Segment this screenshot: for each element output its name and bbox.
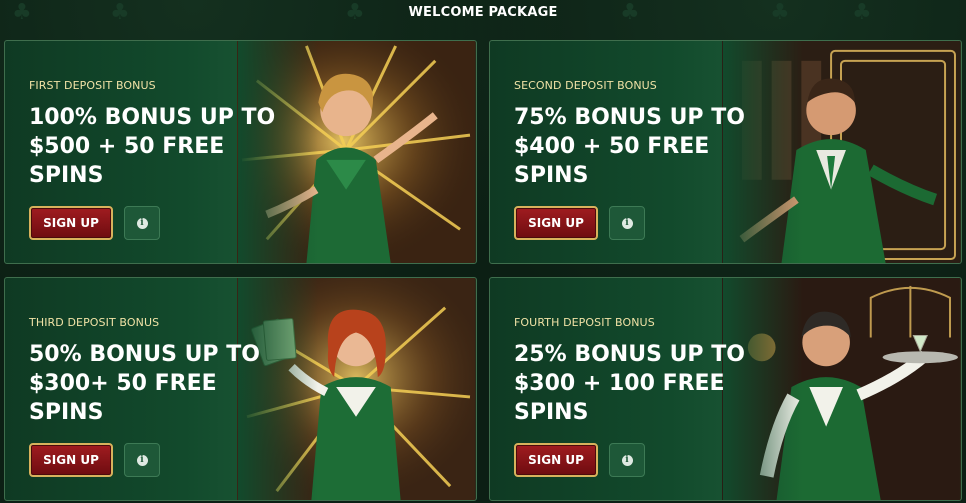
bonus-label: THIRD DEPOSIT BONUS bbox=[29, 316, 160, 329]
page-title: WELCOME PACKAGE bbox=[408, 5, 558, 20]
page-header: ♣ ♣ ♣ WELCOME PACKAGE ♣ ♣ ♣ bbox=[0, 0, 966, 30]
bonus-title: 25% BONUS UP TO $300 + 100 FREE SPINS bbox=[514, 342, 745, 425]
bonus-label: SECOND DEPOSIT BONUS bbox=[514, 79, 657, 92]
clover-icon: ♣ bbox=[110, 0, 130, 25]
info-button[interactable]: i bbox=[124, 443, 160, 477]
sign-up-button[interactable]: SIGN UP bbox=[29, 206, 113, 240]
clover-icon: ♣ bbox=[12, 0, 32, 25]
bonus-title: 100% BONUS UP TO $500 + 50 FREE SPINS bbox=[29, 105, 276, 188]
sign-up-button[interactable]: SIGN UP bbox=[29, 443, 113, 477]
bonus-grid: FIRST DEPOSIT BONUS 100% BONUS UP TO $50… bbox=[4, 40, 962, 503]
clover-icon: ♣ bbox=[770, 0, 790, 25]
info-icon: i bbox=[621, 217, 633, 229]
bonus-card-fourth: FOURTH DEPOSIT BONUS 25% BONUS UP TO $30… bbox=[489, 277, 962, 501]
clover-icon: ♣ bbox=[345, 0, 365, 25]
info-icon: i bbox=[136, 454, 148, 466]
bonus-card-third: THIRD DEPOSIT BONUS 50% BONUS UP TO $300… bbox=[4, 277, 477, 501]
bonus-label: FOURTH DEPOSIT BONUS bbox=[514, 316, 655, 329]
info-icon: i bbox=[621, 454, 633, 466]
info-button[interactable]: i bbox=[609, 443, 645, 477]
clover-icon: ♣ bbox=[852, 0, 872, 25]
bonus-title: 50% BONUS UP TO $300+ 50 FREE SPINS bbox=[29, 342, 260, 425]
info-icon: i bbox=[136, 217, 148, 229]
sign-up-button[interactable]: SIGN UP bbox=[514, 443, 598, 477]
bonus-label: FIRST DEPOSIT BONUS bbox=[29, 79, 156, 92]
info-button[interactable]: i bbox=[609, 206, 645, 240]
sign-up-button[interactable]: SIGN UP bbox=[514, 206, 598, 240]
bonus-card-first: FIRST DEPOSIT BONUS 100% BONUS UP TO $50… bbox=[4, 40, 477, 264]
info-button[interactable]: i bbox=[124, 206, 160, 240]
clover-icon: ♣ bbox=[620, 0, 640, 25]
bonus-card-second: SECOND DEPOSIT BONUS 75% BONUS UP TO $40… bbox=[489, 40, 962, 264]
bonus-title: 75% BONUS UP TO $400 + 50 FREE SPINS bbox=[514, 105, 745, 188]
